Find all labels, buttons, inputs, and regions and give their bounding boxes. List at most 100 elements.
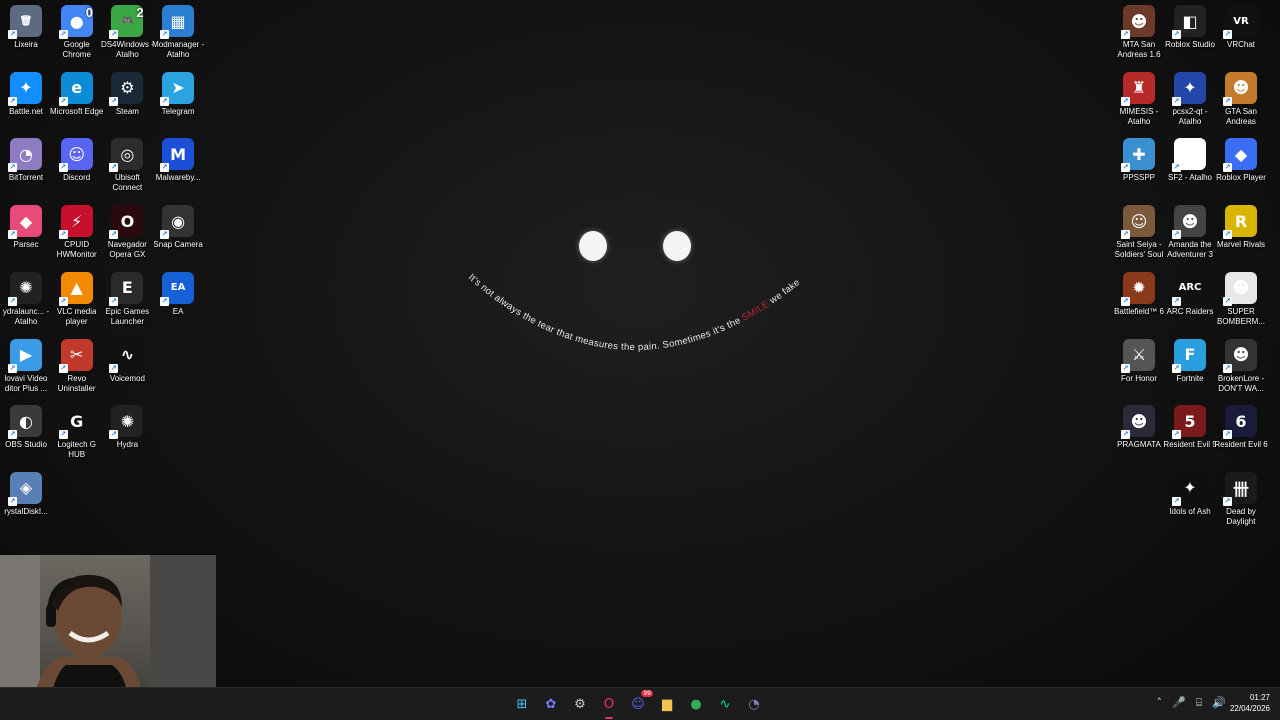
- desktop-icon-label: Battle.net: [9, 106, 43, 116]
- desktop-icon-label: Snap Camera: [153, 240, 203, 250]
- taskbar-bittorrent-icon[interactable]: ◔: [742, 692, 766, 716]
- desktop-icon-label: Amanda the Adventurer 3: [1167, 240, 1213, 260]
- taskbar-clock[interactable]: 01:27 22/04/2026: [1230, 692, 1270, 714]
- desktop-icon-navegador-opera-gx[interactable]: O ↗ Navegador Opera GX: [102, 205, 152, 260]
- quote-smile-word: SMILE: [740, 299, 771, 324]
- microphone-icon[interactable]: 🎤: [1172, 696, 1186, 710]
- cpuid-hwmonitor-icon: ⚡ ↗: [58, 205, 93, 240]
- desktop-icon-epic-games-launcher[interactable]: E ↗ Epic Games Launcher: [102, 271, 152, 327]
- taskbar-copilot-icon[interactable]: ✿: [539, 692, 563, 716]
- desktop-icon-roblox-player[interactable]: ◆ ↗ Roblox Player: [1216, 138, 1266, 183]
- desktop-icon-label: PRAGMATA: [1117, 440, 1161, 450]
- desktop-icon-label: Ubisoft Connect: [112, 173, 143, 193]
- desktop-icon-super-bomberm[interactable]: ☻ ↗ SUPER BOMBERM...: [1216, 271, 1266, 327]
- desktop-icon-lovavi-video-ditor-plus[interactable]: ▶ ↗ lovavi Video ditor Plus ...: [1, 338, 51, 394]
- desktop-icon-microsoft-edge[interactable]: e ↗ Microsoft Edge: [50, 71, 103, 117]
- desktop-icon-ubisoft-connect[interactable]: ◎ ↗ Ubisoft Connect: [102, 138, 152, 193]
- opera-gx-icon: O: [603, 696, 615, 712]
- desktop-icon-battle-net[interactable]: ✦ ↗ Battle.net: [1, 71, 51, 117]
- telegram-icon: ➤ ↗: [160, 71, 195, 106]
- desktop-icon-idols-of-ash[interactable]: ✦ ↗ Idols of Ash: [1165, 471, 1215, 517]
- shortcut-arrow-icon: ↗: [1223, 30, 1232, 39]
- desktop-icon-obs-studio[interactable]: ◐ ↗ OBS Studio: [1, 405, 51, 450]
- desktop-icon-ydralaunc-atalho[interactable]: ✺ ↗ ydralaunc... - Atalho: [1, 271, 51, 327]
- desktop-icon-brokenlore-don-t-wa[interactable]: ☻ ↗ BrokenLore - DON'T WA...: [1216, 338, 1266, 394]
- super-bomberm-icon: ☻ ↗: [1223, 271, 1257, 306]
- desktop-icon-steam[interactable]: ⚙ ↗ Steam: [102, 71, 152, 117]
- desktop-icon-label: ARC Raiders: [1166, 306, 1214, 316]
- shortcut-arrow-icon: ↗: [8, 296, 17, 306]
- vrchat-icon: VR ↗: [1223, 5, 1257, 39]
- taskbar-settings-icon[interactable]: ⚙: [568, 692, 592, 716]
- shortcut-arrow-icon: ↗: [8, 496, 17, 506]
- taskbar-opera-gx-icon[interactable]: O: [597, 692, 621, 719]
- desktop-icon-dead-by-daylight[interactable]: 卌 ↗ Dead by Daylight: [1216, 471, 1266, 527]
- desktop-icon-marvel-rivals[interactable]: R ↗ Marvel Rivals: [1216, 205, 1266, 250]
- desktop-icon-label: Marvel Rivals: [1216, 240, 1265, 250]
- desktop-icon-label: Saint Seiya - Soldiers' Soul: [1114, 240, 1164, 260]
- desktop-icon-mta-san-andreas-1-6[interactable]: ☻ ↗ MTA San Andreas 1.6: [1114, 5, 1164, 60]
- desktop-icon-vrchat[interactable]: VR ↗ VRChat: [1216, 5, 1266, 50]
- taskbar-start-button[interactable]: ⊞: [510, 692, 534, 716]
- desktop-icon-label: VLC media player: [56, 306, 97, 326]
- wallpaper-smile-quote: It's not always the tear that measures t…: [466, 272, 802, 353]
- desktop-icon-label: ydralaunc... - Atalho: [2, 306, 50, 326]
- ea-icon: EA ↗: [160, 271, 195, 306]
- desktop-icon-fortnite[interactable]: F ↗ Fortnite: [1165, 338, 1215, 384]
- desktop-icon-saint-seiya-soldiers-soul[interactable]: ☺ ↗ Saint Seiya - Soldiers' Soul: [1114, 205, 1164, 260]
- ubisoft-connect-icon: ◎ ↗: [109, 138, 144, 173]
- desktop-icon-cpuid-hwmonitor[interactable]: ⚡ ↗ CPUID HWMonitor: [52, 205, 102, 260]
- network-icon[interactable]: ⌸: [1196, 696, 1203, 710]
- desktop-icon-sf2-atalho[interactable]: ✎ ↗ SF2 - Atalho: [1165, 138, 1215, 183]
- desktop-icon-gta-san-andreas[interactable]: ☻ ↗ GTA San Andreas: [1216, 71, 1266, 127]
- taskbar-discord-icon[interactable]: ☺ 99: [626, 690, 653, 716]
- desktop-icon-battlefield-6[interactable]: ✹ ↗ Battlefield™ 6: [1114, 271, 1164, 317]
- desktop-icon-mimesis-atalho[interactable]: ♜ ↗ MIMESIS - Atalho: [1114, 71, 1164, 127]
- ydralaunc-atalho-icon: ✺ ↗: [8, 271, 42, 306]
- chevron-up-icon[interactable]: ˄: [1156, 696, 1162, 710]
- desktop-icon-resident-evil-6[interactable]: 6 ↗ Resident Evil 6: [1214, 405, 1268, 450]
- discord-notification-badge: 99: [641, 690, 653, 697]
- desktop-icon-for-honor[interactable]: ⚔ ↗ For Honor: [1114, 338, 1164, 384]
- taskbar-voicemod-icon[interactable]: ∿: [713, 692, 737, 716]
- desktop-icon-google-chrome[interactable]: ● ↗ Google Chrome 0: [52, 5, 102, 60]
- desktop-icon-snap-camera[interactable]: ◉ ↗ Snap Camera: [153, 205, 203, 250]
- desktop-icon-ppsspp[interactable]: ✚ ↗ PPSSPP: [1114, 138, 1164, 183]
- desktop-icon-telegram[interactable]: ➤ ↗ Telegram: [153, 71, 203, 117]
- shortcut-arrow-icon: ↗: [1223, 296, 1232, 306]
- desktop-icon-parsec[interactable]: ◆ ↗ Parsec: [1, 205, 51, 250]
- desktop-icon-label: Battlefield™ 6: [1114, 306, 1164, 316]
- desktop-icon-label: For Honor: [1120, 373, 1157, 383]
- desktop-icon-lixeira[interactable]: 🗑 ↗ Lixeira: [1, 5, 51, 50]
- desktop-icon-arc-raiders[interactable]: ARC ↗ ARC Raiders: [1165, 271, 1215, 317]
- desktop-icon-roblox-studio[interactable]: ◧ ↗ Roblox Studio: [1165, 5, 1215, 50]
- desktop-icon-amanda-the-adventurer-3[interactable]: ☻ ↗ Amanda the Adventurer 3: [1165, 205, 1215, 260]
- desktop-icon-rystaldiski[interactable]: ◈ ↗ rystalDiskI...: [1, 471, 51, 517]
- desktop-icon-label: Discord: [63, 173, 91, 183]
- shortcut-arrow-icon: ↗: [1172, 230, 1181, 240]
- desktop-icon-pragmata[interactable]: ☻ ↗ PRAGMATA: [1114, 405, 1164, 450]
- taskbar-chrome-icon[interactable]: ●: [684, 692, 708, 716]
- desktop-icon-hydra[interactable]: ✺ ↗ Hydra: [102, 405, 152, 450]
- idols-of-ash-icon: ✦ ↗: [1172, 471, 1206, 506]
- desktop-icon-ds4windows-atalho[interactable]: 🎮 ↗ DS4Windows - Atalho 2: [101, 5, 154, 60]
- shortcut-arrow-icon: ↗: [160, 296, 170, 306]
- desktop-icon-modmanager-atalho[interactable]: ▦ ↗ Modmanager - Atalho: [152, 5, 204, 60]
- logitech-g-hub-icon: G ↗: [58, 405, 93, 440]
- saint-seiya-soldiers-soul-icon: ☺ ↗: [1121, 205, 1155, 240]
- roblox-player-icon: ◆ ↗: [1223, 138, 1257, 173]
- desktop-icon-ea[interactable]: EA ↗ EA: [153, 271, 203, 317]
- desktop-icon-voicemod[interactable]: ∿ ↗ Voicemod: [102, 338, 152, 384]
- desktop-icon-pcsx2-qt-atalho[interactable]: ✦ ↗ pcsx2-qt - Atalho: [1165, 71, 1215, 127]
- desktop-icon-malwareby[interactable]: M ↗ Malwareby...: [153, 138, 203, 183]
- desktop-icon-resident-evil-5[interactable]: 5 ↗ Resident Evil 5: [1163, 405, 1217, 450]
- desktop-icon-logitech-g-hub[interactable]: G ↗ Logitech G HUB: [52, 405, 102, 460]
- desktop-icon-revo-uninstaller[interactable]: ✂ ↗ Revo Uninstaller: [52, 338, 102, 394]
- taskbar-file-explorer-icon[interactable]: ▆: [655, 692, 679, 716]
- desktop-icon-discord[interactable]: ☺ ↗ Discord: [52, 138, 102, 183]
- svg-text:It's not always the tear that: It's not always the tear that measures t…: [466, 272, 802, 353]
- desktop-icon-bittorrent[interactable]: ◔ ↗ BitTorrent: [1, 138, 51, 183]
- desktop-icon-vlc-media-player[interactable]: ▲ ↗ VLC media player: [52, 271, 102, 327]
- desktop-icon-label: Logitech G HUB: [57, 440, 97, 460]
- volume-icon[interactable]: 🔊: [1212, 696, 1226, 710]
